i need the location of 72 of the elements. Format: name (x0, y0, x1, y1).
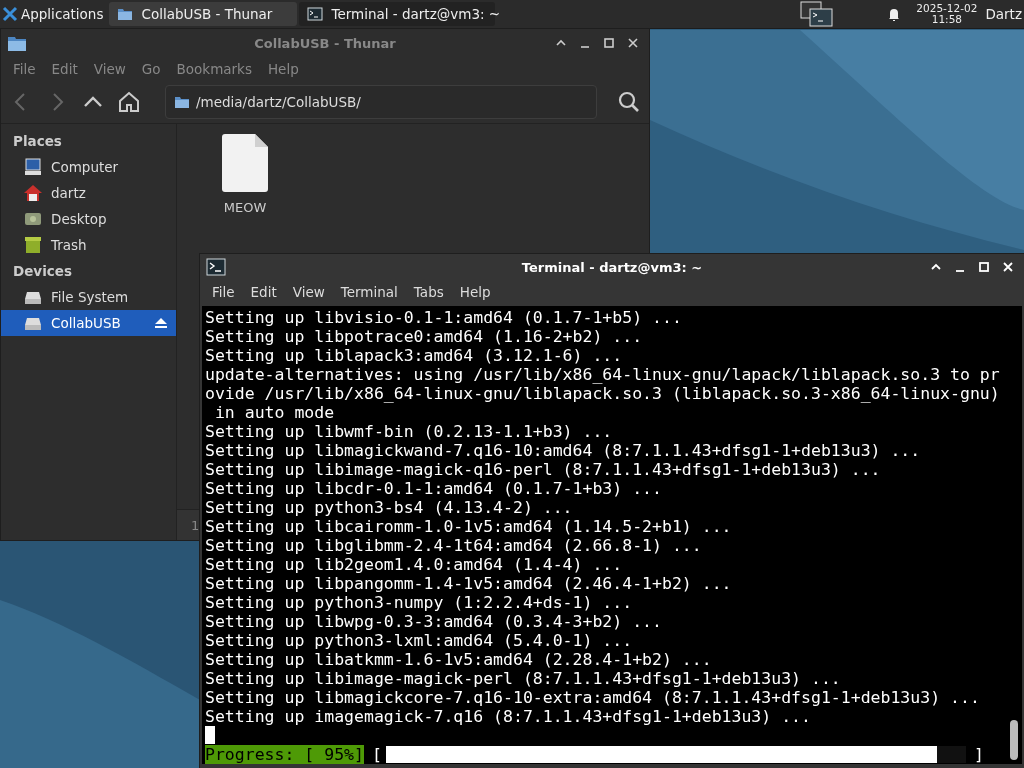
terminal-line: Setting up libimage-magick-q16-perl (8:7.1.1.43+dfsg1-1+deb13u3) ... (205, 460, 882, 479)
sidebar-item[interactable]: File System (1, 284, 176, 310)
progress-label: Progress: [ 95%] (205, 745, 364, 764)
file-name[interactable]: MEOW (223, 200, 267, 215)
menu-item[interactable]: File (5, 61, 44, 77)
taskbar-button[interactable]: CollabUSB - Thunar (109, 2, 298, 26)
menu-item[interactable]: Go (133, 61, 169, 77)
applications-menu[interactable]: Applications (0, 0, 108, 28)
text-cursor (205, 726, 215, 744)
terminal-line: Setting up imagemagick-7.q16 (8:7.1.1.43+dfsg1-1+deb13u3) ... (205, 707, 812, 726)
terminal-line: Setting up libatkmm-1.6-1v5:amd64 (2.28.4-1+b2) ... (205, 650, 713, 669)
terminal-line: update-alternatives: using /usr/lib/x86_64-linux-gnu/lapack/liblapack.so.3 to pr (205, 365, 1001, 384)
menu-item[interactable]: Help (259, 61, 307, 77)
window-title: Terminal - dartz@vm3: ~ (521, 259, 703, 275)
sidebar-item[interactable]: Desktop (1, 206, 176, 232)
terminal-icon (307, 6, 324, 22)
app-menu-icon (2, 6, 18, 22)
applications-label: Applications (21, 6, 104, 22)
terminal-line: Setting up libmagickcore-7.q16-10-extra:amd64 (8:7.1.1.43+dfsg1-1+deb13u3) ... (205, 688, 981, 707)
terminal-line: Setting up python3-bs4 (4.13.4-2) ... (205, 498, 574, 517)
bracket-text: [ (371, 745, 382, 764)
terminal-line: Setting up libpotrace0:amd64 (1.16-2+b2) ... (205, 327, 644, 346)
terminal-line: ovide /usr/lib/x86_64-linux-gnu/liblapack.so.3 (liblapack.so.3-x86_64-linux-gnu) (205, 384, 1001, 403)
sidebar-heading: Devices (12, 262, 73, 281)
terminal-line: Setting up libcairomm-1.0-1v5:amd64 (1.14.5-2+b1) ... (205, 517, 733, 536)
terminal-line: Setting up python3-numpy (1:2.2.4+ds-1) ... (205, 593, 634, 612)
terminal-line: Setting up libimage-magick-perl (8:7.1.1.43+dfsg1-1+deb13u3) ... (205, 669, 842, 688)
terminal-line: Setting up libpangomm-1.4-1v5:amd64 (2.46.4-1+b2) ... (205, 574, 733, 593)
location-field[interactable]: /media/dartz/CollabUSB/ (165, 85, 597, 119)
menu-item[interactable]: Edit (43, 61, 86, 77)
bracket-text: ] (973, 745, 984, 764)
terminal-line: Setting up libwmf-bin (0.2.13-1.1+b3) ... (205, 422, 614, 441)
clock[interactable]: 2025-12-02 11:58 (916, 3, 978, 25)
terminal-line: Setting up libvisio-0.1-1:amd64 (0.1.7-1+b5) ... (205, 308, 683, 327)
sidebar-item[interactable]: CollabUSB (1, 310, 176, 336)
menu-item[interactable]: File (204, 284, 243, 301)
menu-item[interactable]: View (85, 61, 134, 77)
folder-icon (117, 6, 134, 22)
menu-item[interactable]: Tabs (405, 284, 452, 301)
folder-icon (174, 94, 190, 110)
terminal-icon (206, 257, 226, 278)
terminal-line: Setting up libmagickwand-7.q16-10:amd64 (8:7.1.1.43+dfsg1-1+deb13u3) ... (205, 441, 922, 460)
trash-icon (23, 235, 43, 255)
terminal-line: in auto mode (213, 403, 336, 422)
home-icon[interactable] (117, 90, 141, 114)
terminal-line: Setting up libwpg-0.3-3:amd64 (0.3.4-3+b2) ... (205, 612, 663, 631)
sidebar-item[interactable]: dartz (1, 180, 176, 206)
workspace-switcher-icon[interactable] (800, 1, 835, 27)
window-title: CollabUSB - Thunar (254, 35, 396, 51)
menu-item[interactable]: Help (451, 284, 499, 301)
menu-item[interactable]: Edit (242, 284, 285, 301)
sidebar-heading: Places (12, 132, 63, 151)
close-icon[interactable] (627, 37, 639, 49)
maximize-icon[interactable] (603, 37, 615, 49)
terminal-line: Setting up lib2geom1.4.0:amd64 (1.4-4) ... (205, 555, 624, 574)
terminal-line: Setting up liblapack3:amd64 (3.12.1-6) ... (205, 346, 624, 365)
home-icon (23, 183, 43, 203)
menu-item[interactable]: View (284, 284, 333, 301)
menu-item[interactable]: Bookmarks (168, 61, 260, 77)
file-icon[interactable] (222, 134, 268, 192)
scrollbar-thumb[interactable] (1010, 720, 1018, 760)
menu-item[interactable]: Terminal (332, 284, 406, 301)
sidebar-item[interactable]: Trash (1, 232, 176, 258)
computer-icon (23, 157, 43, 177)
search-icon[interactable] (617, 90, 641, 114)
terminal-line: Setting up libglibmm-2.4-1t64:amd64 (2.66.8-1) ... (205, 536, 703, 555)
terminal-line: Setting up python3-lxml:amd64 (5.4.0-1) ... (205, 631, 634, 650)
user-menu[interactable]: Dartz (985, 6, 1022, 22)
status-text: 1 (191, 517, 200, 533)
terminal-line: Setting up libcdr-0.1-1:amd64 (0.1.7-1+b3) ... (205, 479, 663, 498)
sidebar-item[interactable]: Computer (1, 154, 176, 180)
eject-icon[interactable] (154, 316, 168, 330)
